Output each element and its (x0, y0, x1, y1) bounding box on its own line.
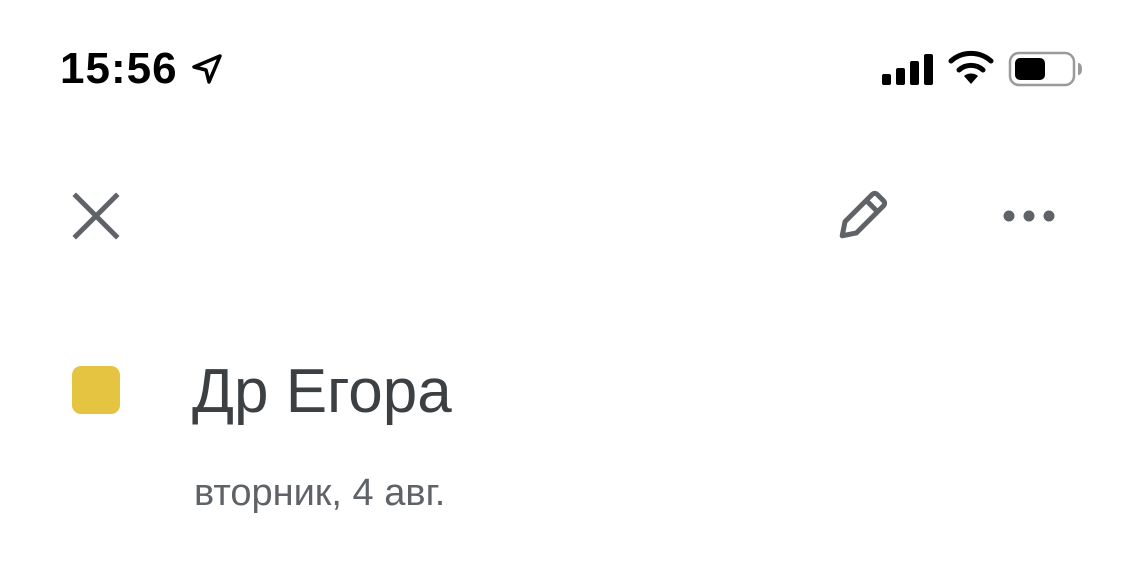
event-detail-screen: 15:56 Др Егора вторник, 4 авг. (0, 0, 1125, 587)
wifi-icon (948, 50, 994, 84)
location-arrow-icon (192, 54, 222, 84)
close-icon[interactable] (66, 186, 126, 246)
event-color-swatch (72, 366, 120, 414)
battery-icon (1008, 51, 1082, 87)
cellular-signal-icon (882, 54, 933, 85)
status-time: 15:56 (60, 44, 178, 93)
pencil-edit-icon[interactable] (826, 180, 898, 252)
event-date: вторник, 4 авг. (194, 472, 446, 514)
more-horizontal-icon[interactable] (998, 196, 1060, 236)
event-title: Др Егора (192, 357, 452, 426)
